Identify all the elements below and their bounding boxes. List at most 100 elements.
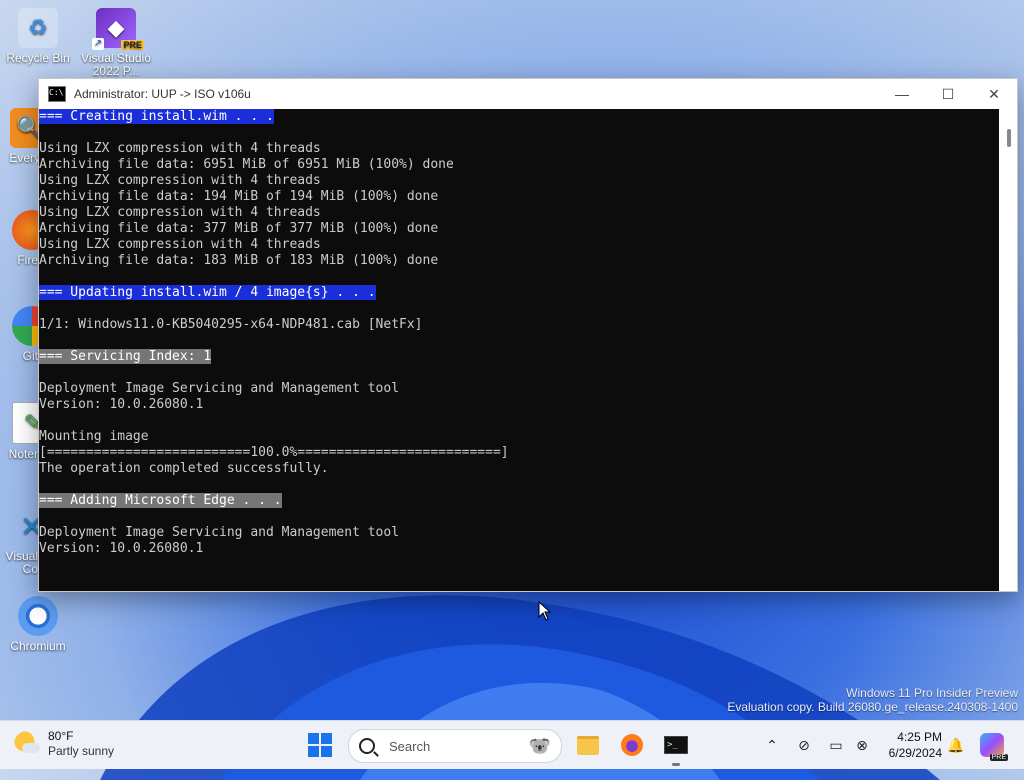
console-line-text: Using LZX compression with 4 threads (39, 173, 321, 188)
desktop-icon-everything[interactable]: 🔍 Every (0, 108, 40, 165)
minimize-button[interactable]: — (879, 79, 925, 109)
console-line-text: Deployment Image Servicing and Managemen… (39, 525, 400, 540)
firefox-icon (621, 734, 643, 756)
show-hidden-icons-chevron-icon[interactable]: ⌃ (762, 735, 782, 755)
taskbar-firefox[interactable] (616, 729, 648, 761)
console-line-text: Archiving file data: 377 MiB of 377 MiB … (39, 221, 439, 236)
desktop-icon-firefox[interactable]: Fire (0, 210, 38, 267)
desktop-icon-label: Git (22, 349, 38, 363)
console-line (39, 301, 999, 317)
scrollbar-thumb[interactable] (1007, 129, 1011, 147)
evaluation-watermark: Windows 11 Pro Insider Preview Evaluatio… (727, 686, 1018, 714)
console-line: Using LZX compression with 4 threads (39, 205, 999, 221)
desktop-icon-vscode[interactable]: ✕ Visual Co (0, 506, 38, 576)
console-text: === Creating install.wim . . . Using LZX… (39, 109, 999, 557)
console-line: 1/1: Windows11.0-KB5040295-x64-NDP481.ca… (39, 317, 999, 333)
console-section-header: === Servicing Index: 1 (39, 349, 212, 364)
console-line (39, 477, 999, 493)
weather-condition: Partly sunny (48, 744, 115, 758)
chromium-icon (18, 596, 58, 636)
desktop-icon-chromium[interactable]: Chromium (2, 596, 74, 653)
taskbar-file-explorer[interactable] (572, 729, 604, 761)
console-window[interactable]: C:\ Administrator: UUP -> ISO v106u — ☐ … (38, 78, 1018, 592)
recycle-bin-icon: ♻ (18, 8, 58, 48)
search-highlight-koala-icon: 🐨 (528, 735, 551, 756)
weather-widget[interactable]: 80°F Partly sunny (14, 729, 114, 759)
mouse-cursor-icon (538, 601, 552, 621)
notifications-bell-icon[interactable]: 🔔 (946, 735, 966, 755)
copilot-button[interactable]: PRE (980, 733, 1008, 761)
console-line-text: Deployment Image Servicing and Managemen… (39, 381, 400, 396)
search-icon (359, 738, 375, 754)
console-line-text: Archiving file data: 183 MiB of 183 MiB … (39, 253, 439, 268)
console-line-text (39, 509, 47, 524)
console-line-text: Using LZX compression with 4 threads (39, 141, 321, 156)
copilot-pre-badge: PRE (989, 754, 1008, 761)
window-title: Administrator: UUP -> ISO v106u (74, 87, 251, 101)
command-prompt-icon: C:\ (48, 86, 66, 102)
file-explorer-icon (577, 735, 599, 755)
windows-logo-tile (308, 746, 319, 757)
console-section-header: === Adding Microsoft Edge . . . (39, 493, 282, 508)
desktop-icon-recycle-bin[interactable]: ♻ Recycle Bin (2, 8, 74, 65)
desktop-icon-visual-studio[interactable]: ◆ PRE ↗ Visual Studio 2022 P... (80, 8, 152, 78)
console-line (39, 365, 999, 381)
console-line-text (39, 333, 47, 348)
console-line-text (39, 125, 47, 140)
console-line: Archiving file data: 183 MiB of 183 MiB … (39, 253, 999, 269)
console-line-text: Archiving file data: 194 MiB of 194 MiB … (39, 189, 439, 204)
vertical-scrollbar[interactable] (999, 109, 1017, 591)
console-line: Using LZX compression with 4 threads (39, 173, 999, 189)
weather-temperature: 80°F (48, 729, 74, 743)
desktop-icon-label: Visual Co (5, 549, 38, 576)
desktop-icon-label: Chromium (10, 639, 66, 653)
console-section-header: === Creating install.wim . . . (39, 109, 274, 124)
console-line: === Creating install.wim . . . (39, 109, 999, 125)
clock-time: 4:25 PM (897, 730, 942, 744)
desktop-icon-label: Recycle Bin (6, 51, 70, 65)
pre-badge: PRE (121, 40, 144, 50)
console-line-text (39, 477, 47, 492)
clock-date: 6/29/2024 (888, 746, 942, 760)
start-button[interactable] (308, 733, 332, 757)
console-section-header: === Updating install.wim / 4 image{s} . … (39, 285, 376, 300)
network-disconnected-icon[interactable]: ⊘ (794, 735, 814, 755)
search-placeholder: Search (389, 738, 431, 754)
desktop-icon-git[interactable]: Git (0, 306, 38, 363)
console-line-text: Version: 10.0.26080.1 (39, 397, 204, 412)
windows-logo-tile (321, 746, 332, 757)
watermark-line-2: Evaluation copy. Build 26080.ge_release.… (727, 700, 1018, 714)
console-line: The operation completed successfully. (39, 461, 999, 477)
watermark-line-1: Windows 11 Pro Insider Preview (846, 686, 1018, 700)
console-line: Version: 10.0.26080.1 (39, 541, 999, 557)
display-icon[interactable]: ▭ (826, 735, 846, 755)
console-line-text: 1/1: Windows11.0-KB5040295-x64-NDP481.ca… (39, 317, 423, 332)
close-button[interactable]: ✕ (971, 79, 1017, 109)
console-line-text (39, 413, 47, 428)
console-line: Archiving file data: 377 MiB of 377 MiB … (39, 221, 999, 237)
console-line: === Adding Microsoft Edge . . . (39, 493, 999, 509)
vscode-icon: ✕ (20, 510, 38, 542)
console-output[interactable]: === Creating install.wim . . . Using LZX… (39, 109, 999, 591)
console-line-text: Using LZX compression with 4 threads (39, 205, 321, 220)
taskbar-search-box[interactable]: Search 🐨 (348, 729, 562, 763)
title-bar[interactable]: C:\ Administrator: UUP -> ISO v106u — ☐ … (39, 79, 1017, 109)
taskbar-clock[interactable]: 4:25 PM 6/29/2024 (852, 729, 942, 761)
desktop-icon-notepad[interactable]: ✎ Noter (0, 402, 38, 461)
console-line: Deployment Image Servicing and Managemen… (39, 525, 999, 541)
console-line-text: The operation completed successfully. (39, 461, 329, 476)
shortcut-arrow-icon: ↗ (92, 38, 104, 50)
active-app-indicator (672, 763, 680, 766)
console-line-text: Mounting image (39, 429, 149, 444)
maximize-button[interactable]: ☐ (925, 79, 971, 109)
git-icon (12, 306, 38, 346)
desktop-icon-label: Visual Studio 2022 P... (81, 51, 151, 78)
console-line: Mounting image (39, 429, 999, 445)
console-line-text: [==========================100.0%=======… (39, 445, 509, 460)
console-line (39, 413, 999, 429)
taskbar-terminal[interactable]: >_ (660, 729, 692, 761)
everything-search-icon: 🔍 (10, 108, 40, 148)
console-line-text: Archiving file data: 6951 MiB of 6951 Mi… (39, 157, 454, 172)
console-line (39, 269, 999, 285)
console-line-text (39, 365, 47, 380)
